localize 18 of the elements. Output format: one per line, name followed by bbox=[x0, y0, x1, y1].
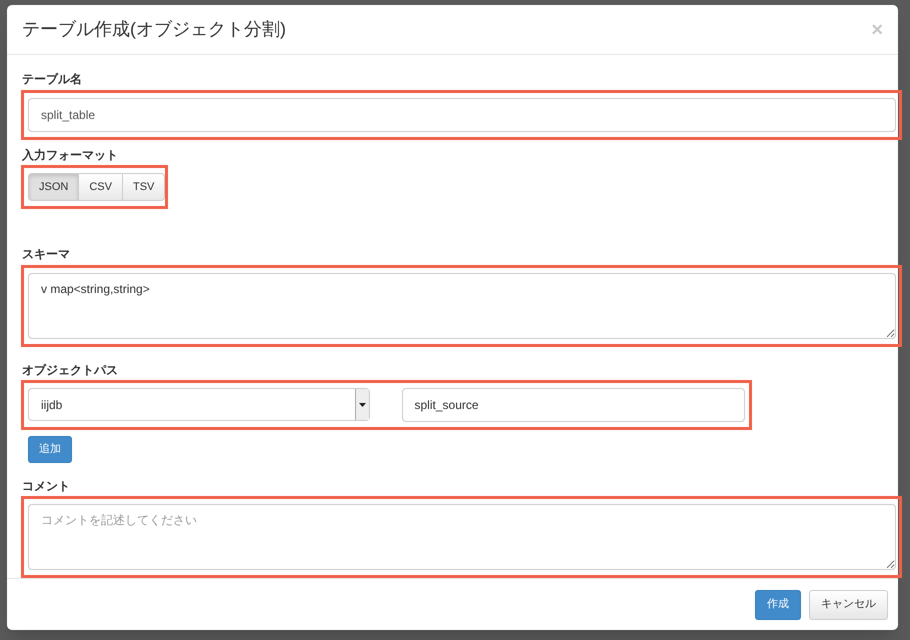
add-button[interactable]: 追加 bbox=[28, 436, 72, 464]
table-name-field[interactable]: split_table bbox=[28, 98, 896, 132]
caret-icon bbox=[358, 402, 366, 407]
cancel-button[interactable]: キャンセル bbox=[809, 590, 888, 620]
dialog-title: テーブル作成(オブジェクト分割) bbox=[22, 18, 286, 42]
format-toggle[interactable]: TSV bbox=[122, 173, 166, 202]
format-toggle[interactable]: CSV bbox=[78, 173, 123, 202]
schema-field[interactable]: v map<string,string> bbox=[28, 273, 896, 340]
object-path-field[interactable]: split_source bbox=[402, 388, 745, 422]
field-label: テーブル名 bbox=[22, 71, 83, 88]
create-button[interactable]: 作成 bbox=[755, 590, 801, 620]
field-label: オブジェクトパス bbox=[22, 362, 119, 380]
database-select[interactable]: iijdb bbox=[28, 388, 370, 422]
comment-field[interactable]: コメントを記述してください bbox=[28, 504, 896, 570]
field-label: スキーマ bbox=[22, 246, 71, 264]
field-label: 入力フォーマット bbox=[22, 147, 119, 164]
field-label: コメント bbox=[22, 478, 71, 496]
format-toggle[interactable]: JSON bbox=[28, 173, 80, 202]
